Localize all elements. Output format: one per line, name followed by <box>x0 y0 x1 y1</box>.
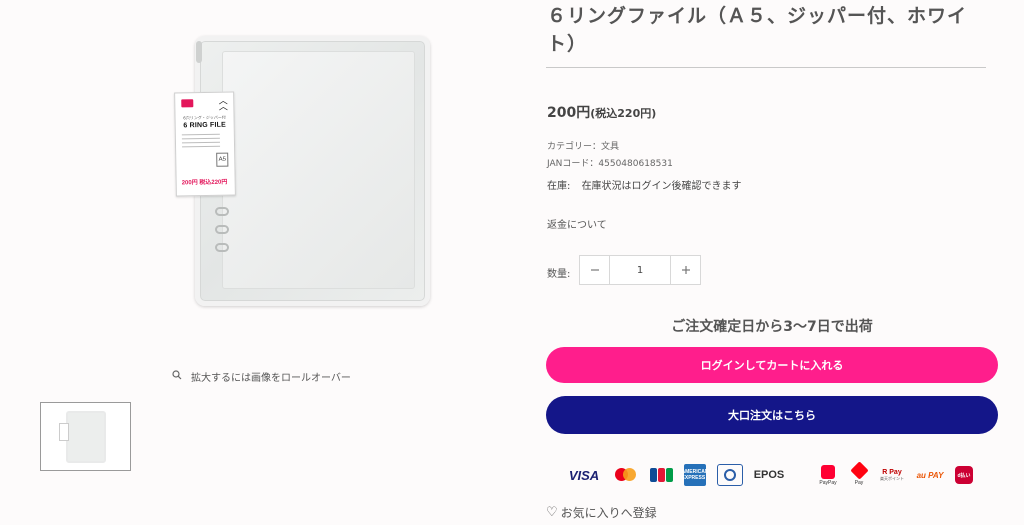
stock-label: 在庫: <box>547 181 571 192</box>
binder-ring <box>215 207 229 216</box>
zoom-hint-text: 拡大するには画像をロールオーバー <box>191 373 351 384</box>
binder-cover <box>222 51 415 289</box>
product-title: ６リングファイル（Ａ５、ジッパー付、ホワイト） <box>547 5 968 55</box>
increment-button[interactable] <box>670 256 700 284</box>
chevron-up-icon: ︿ ︿ <box>218 96 228 113</box>
mastercard-icon <box>615 462 639 488</box>
stock-value: 在庫状況はログイン後確認できます <box>581 181 742 192</box>
refund-link[interactable]: 返金について <box>547 216 607 231</box>
product-main-image[interactable]: ︿ ︿ 6穴リング・ジッパー付 6 RING FILE A5 200円 税込220… <box>38 0 500 350</box>
visa-icon: VISA <box>568 467 600 483</box>
diners-icon <box>717 464 743 486</box>
minus-icon <box>590 269 599 271</box>
epos-icon: EPOS <box>753 469 785 481</box>
tag-title: 6 RING FILE <box>183 121 227 130</box>
quantity-stepper: 1 <box>579 255 701 285</box>
thumbnail-binder <box>66 411 106 463</box>
d-barai-icon: d払い <box>955 466 973 484</box>
price-main: 200円 <box>547 105 591 121</box>
plus-icon <box>681 266 690 274</box>
title-divider <box>546 67 986 68</box>
payment-methods: VISA AMERICAN EXPRESS EPOS PayPay Pay R … <box>567 461 987 488</box>
shipping-note: ご注文確定日から3〜7日で出荷 <box>671 319 873 335</box>
amex-icon: AMERICAN EXPRESS <box>682 464 708 486</box>
quantity-input[interactable]: 1 <box>610 256 670 284</box>
thumbnail-tag <box>59 423 69 441</box>
stock-status: 在庫: 在庫状況はログイン後確認できます <box>547 177 742 192</box>
product-category: カテゴリー：文具 <box>547 142 620 152</box>
merpay-icon: Pay <box>848 461 870 488</box>
au-pay-icon: au PAY <box>916 470 944 480</box>
add-to-favorites-link[interactable]: ♡ お気に入りへ登録 <box>546 504 657 521</box>
quantity-label: 数量: <box>547 269 571 280</box>
tag-price: 200円 税込220円 <box>181 179 228 187</box>
paypay-icon: PayPay <box>815 462 841 488</box>
tag-size-badge: A5 <box>216 152 229 167</box>
rakuten-pay-icon: R Pay 楽天ポイント <box>880 468 904 481</box>
product-price: 200円(税込220円) <box>547 102 656 122</box>
jcb-icon <box>649 462 673 488</box>
thumbnail-image[interactable] <box>40 402 131 471</box>
tag-subtitle: 6穴リング・ジッパー付 <box>183 114 226 121</box>
bulk-order-button[interactable]: 大口注文はこちら <box>546 396 998 434</box>
tag-description <box>181 133 221 151</box>
binder-ring <box>215 243 229 252</box>
price-tax: (税込220円) <box>590 107 657 120</box>
jan-code: JANコード：4550480618531 <box>547 159 673 169</box>
brand-logo <box>181 99 194 108</box>
heart-icon: ♡ <box>546 505 558 520</box>
decrement-button[interactable] <box>580 256 610 284</box>
favorite-label: お気に入りへ登録 <box>560 506 657 520</box>
binder-ring <box>215 225 229 234</box>
search-icon <box>172 370 182 383</box>
zoom-hint: 拡大するには画像をロールオーバー <box>172 369 351 384</box>
zipper-pull <box>196 41 202 63</box>
login-add-to-cart-button[interactable]: ログインしてカートに入れる <box>546 347 998 383</box>
product-price-tag: ︿ ︿ 6穴リング・ジッパー付 6 RING FILE A5 200円 税込220… <box>174 91 236 197</box>
